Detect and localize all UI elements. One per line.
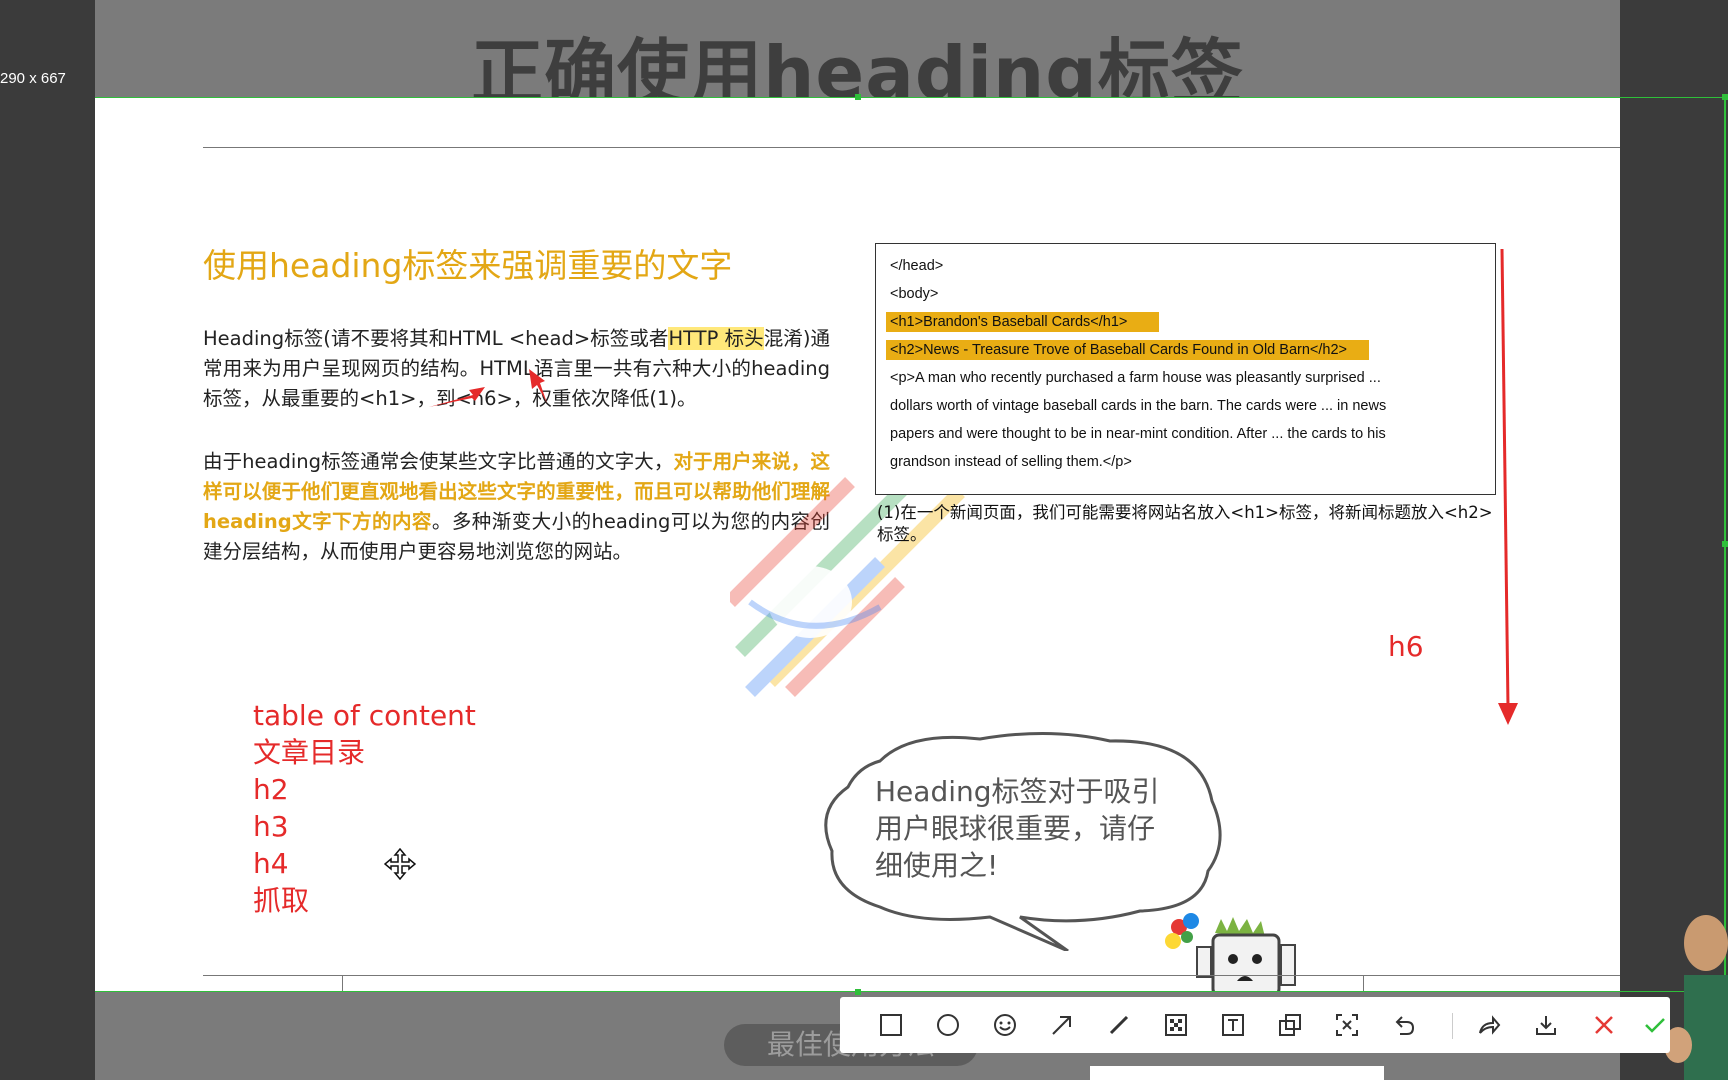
code-line: dollars worth of vintage baseball cards … <box>890 398 1387 414</box>
text-tool-icon[interactable] <box>1218 1010 1248 1040</box>
para2-text-a: 由于heading标签通常会使某些文字比普通的文字大， <box>203 450 674 473</box>
arrow-tool-icon[interactable] <box>1047 1010 1077 1040</box>
toc-item: h4 <box>253 847 289 880</box>
para1-highlight: HTTP 标头 <box>668 327 764 350</box>
resize-handle-top[interactable] <box>855 94 861 100</box>
code-line: <p>A man who recently purchased a farm h… <box>890 370 1381 386</box>
toc-item: table of content <box>253 699 476 732</box>
code-highlight-h2: <h2>News - Treasure Trove of Baseball Ca… <box>886 340 1369 360</box>
code-line-h1: <h1>Brandon's Baseball Cards</h1> <box>886 312 1160 332</box>
resize-handle-right[interactable] <box>1722 541 1728 547</box>
code-line: <body> <box>890 286 939 302</box>
save-icon[interactable] <box>1531 1010 1561 1040</box>
code-line: </head> <box>890 258 944 274</box>
bottom-strip <box>1090 1066 1384 1080</box>
ocr-tool-icon[interactable] <box>1332 1010 1362 1040</box>
move-cursor-icon <box>384 848 416 880</box>
code-highlight-h1: <h1>Brandon's Baseball Cards</h1> <box>886 312 1160 332</box>
bubble-line: 用户眼球很重要，请仔 <box>875 812 1156 845</box>
code-example-box: </head> <body> <h1>Brandon's Baseball Ca… <box>875 243 1496 495</box>
table-divider <box>342 976 343 992</box>
emoji-tool-icon[interactable] <box>990 1010 1020 1040</box>
robot-mascot <box>1165 913 1296 992</box>
toc-item: 文章目录 <box>253 736 366 769</box>
annotation-toc-list: table of content 文章目录 h2 h3 h4 抓取 <box>253 697 476 919</box>
code-line-h2: <h2>News - Treasure Trove of Baseball Ca… <box>886 340 1369 360</box>
toc-item: 抓取 <box>253 884 310 917</box>
speech-bubble-text: Heading标签对于吸引 用户眼球很重要，请仔 细使用之! <box>875 773 1160 884</box>
code-caption: (1)在一个新闻页面，我们可能需要将网站名放入<h1>标签，将新闻标题放入<h2… <box>877 503 1493 544</box>
annotation-h6: h6 <box>1388 630 1424 663</box>
resize-handle-bottom[interactable] <box>855 989 861 995</box>
undo-icon[interactable] <box>1389 1010 1419 1040</box>
presenter-video <box>1664 915 1728 1080</box>
share-icon[interactable] <box>1474 1010 1504 1040</box>
section-heading: 使用heading标签来强调重要的文字 <box>203 246 733 285</box>
para1-text-a: Heading标签(请不要将其和HTML <head>标签或者 <box>203 327 669 350</box>
arrow-to-h1 <box>429 387 485 407</box>
table-divider <box>1363 976 1364 992</box>
divider-bottom <box>203 975 1620 976</box>
confirm-icon[interactable] <box>1640 1010 1670 1040</box>
cancel-icon[interactable] <box>1589 1010 1619 1040</box>
divider-top <box>203 147 1620 148</box>
bubble-line: Heading标签对于吸引 <box>875 775 1160 808</box>
resize-handle-top-right[interactable] <box>1722 94 1728 100</box>
pen-tool-icon[interactable] <box>1104 1010 1134 1040</box>
code-line: grandson instead of selling them.</p> <box>890 454 1132 470</box>
annotation-arrows <box>429 369 547 407</box>
toc-item: h2 <box>253 773 289 806</box>
mosaic-tool-icon[interactable] <box>1161 1010 1191 1040</box>
bubble-line: 细使用之! <box>875 849 999 882</box>
slide: 使用heading标签来强调重要的文字 Heading标签(请不要将其和HTML… <box>95 97 1620 992</box>
toolbar-separator <box>1452 1013 1453 1039</box>
dim-overlay-left <box>0 0 95 1080</box>
pin-tool-icon[interactable] <box>1275 1010 1305 1040</box>
ellipse-tool-icon[interactable] <box>933 1010 963 1040</box>
annotation-vertical-arrow <box>1498 248 1518 725</box>
selection-size-label: 290 x 667 <box>0 70 66 87</box>
arrow-to-h6 <box>529 369 547 403</box>
screenshot-toolbar <box>840 997 1670 1053</box>
toc-item: h3 <box>253 810 289 843</box>
rectangle-tool-icon[interactable] <box>876 1010 906 1040</box>
code-line: papers and were thought to be in near-mi… <box>890 426 1386 442</box>
